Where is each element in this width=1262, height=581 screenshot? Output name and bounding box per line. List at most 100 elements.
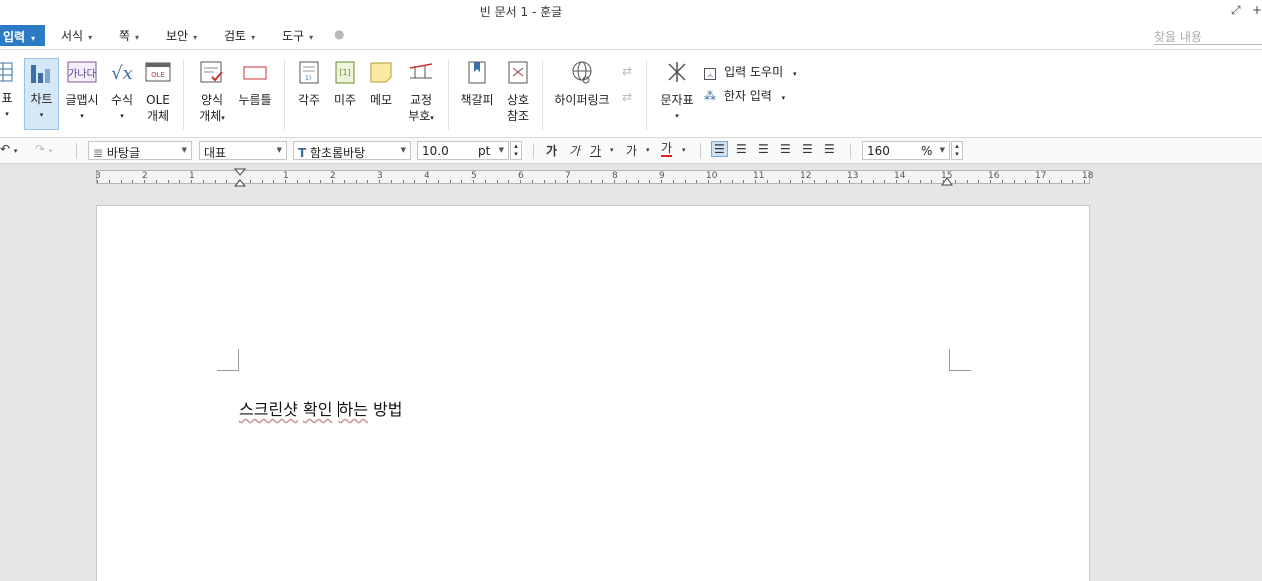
ruler-tick (920, 180, 921, 183)
globe-link-icon (572, 61, 592, 84)
ruler-tick (485, 180, 486, 183)
ruler-tick (696, 180, 697, 183)
menu-bar: 입력 ▾ 서식 ▾ 쪽 ▾ 보안 ▾ 검토 ▾ 도구 ▾ ● 찾을 내용 (0, 22, 1262, 50)
zoom-select[interactable]: 160 % ▼ (862, 141, 950, 160)
separator (533, 143, 534, 159)
chevron-down-icon[interactable]: ▾ (646, 146, 650, 154)
strikethrough-button[interactable]: 가 (626, 142, 637, 159)
ruler-tick (990, 180, 991, 183)
ruler-tick (861, 180, 862, 183)
hanja-input-button[interactable]: ⁂ 한자 입력 ▾ (704, 87, 785, 104)
find-input[interactable]: 찾을 내용 (1154, 25, 1262, 45)
ruler-tick (508, 180, 509, 183)
arrow-icon[interactable]: + (1252, 3, 1262, 17)
ruler-tick (320, 180, 321, 183)
menu-page[interactable]: 쪽 ▾ (119, 27, 139, 44)
left-align-icon[interactable]: ☰ (736, 142, 747, 156)
indent-marker-icon[interactable] (234, 168, 246, 188)
undo-icon[interactable]: ↶ ▾ (0, 142, 17, 156)
zoom-stepper[interactable]: ▴ ▾ (951, 141, 963, 160)
ruler-tick (849, 180, 850, 183)
style-select[interactable]: ≣ 바탕글 ▼ (88, 141, 192, 160)
language-select[interactable]: 대표 ▼ (199, 141, 287, 160)
symbol-icon (668, 62, 686, 82)
ruler-tick (1037, 180, 1038, 183)
endnote-button[interactable]: [1] 미주 (330, 60, 360, 108)
proofread-button[interactable]: 교정 부호▾ (404, 60, 438, 126)
chevron-down-icon: ▾ (31, 34, 36, 43)
font-size-stepper[interactable]: ▴ ▾ (510, 141, 522, 160)
font-color-button[interactable]: 가 (661, 142, 673, 157)
fullscreen-icon[interactable]: ⤢ (1231, 3, 1241, 18)
menu-tools[interactable]: 도구 ▾ (282, 27, 313, 44)
footnote-button[interactable]: 1) 각주 (294, 60, 324, 108)
people-icon[interactable]: ● (334, 27, 344, 41)
style-value: 바탕글 (106, 146, 141, 160)
underline-button[interactable]: 가 (590, 142, 601, 159)
glyph-button[interactable]: 가나다 글맵시 ▾ (64, 60, 100, 124)
cross-reference-button[interactable]: 상호 참조 (503, 60, 533, 124)
distribute-align-icon[interactable]: ☰ (802, 142, 813, 156)
bookmark-button[interactable]: 책갈피 (458, 60, 496, 108)
font-size-select[interactable]: 10.0 pt ▼ (417, 141, 509, 160)
ruler-tick (179, 180, 180, 183)
chevron-down-icon[interactable]: ▾ (610, 146, 614, 154)
divide-align-icon[interactable]: ☰ (824, 142, 835, 156)
ruler-tick (132, 180, 133, 183)
center-align-icon[interactable]: ☰ (758, 142, 769, 156)
menu-review[interactable]: 검토 ▾ (224, 27, 255, 44)
table-label: 표 (1, 91, 13, 105)
menu-review-label: 검토 (224, 29, 247, 43)
chevron-down-icon: ▼ (181, 146, 187, 154)
justify-align-icon[interactable]: ☰ (711, 141, 728, 157)
cross-reference-label-1: 상호 (506, 93, 530, 107)
footnote-label: 각주 (297, 93, 321, 107)
menu-security[interactable]: 보안 ▾ (166, 27, 197, 44)
formula-button[interactable]: √x 수식 ▾ (105, 60, 139, 124)
ruler-tick (802, 180, 803, 183)
right-margin-marker-icon[interactable] (941, 176, 953, 186)
charmap-button[interactable]: 문자표 ▾ (658, 60, 696, 124)
ruler-tick (367, 180, 368, 183)
chevron-down-icon[interactable]: ▾ (682, 146, 686, 154)
ruler-tick (144, 180, 145, 183)
input-helper-button[interactable]: ᆺ 입력 도우미 ▾ (704, 63, 796, 80)
right-align-icon[interactable]: ☰ (780, 142, 791, 156)
hanja-input-label: 한자 입력 (723, 89, 772, 103)
menu-input[interactable]: 입력 ▾ (0, 25, 45, 46)
field-button[interactable]: 누름틀 (236, 60, 274, 108)
ruler-tick (626, 180, 627, 183)
chevron-down-icon: ▾ (251, 33, 256, 42)
field-label: 누름틀 (238, 93, 272, 107)
menu-format[interactable]: 서식 ▾ (61, 27, 92, 44)
ole-button[interactable]: OLE OLE 개체 (144, 60, 172, 124)
document-text[interactable]: 스크린샷 확인 하는 방법 (239, 396, 403, 420)
table-button[interactable]: 표 ▾ (0, 60, 14, 122)
ruler-tick (661, 180, 662, 183)
chevron-down-icon: ▾ (792, 70, 797, 78)
chevron-down-icon: ▾ (88, 33, 93, 42)
italic-button[interactable]: 가 (569, 142, 580, 159)
chevron-down-icon: ▾ (39, 111, 44, 119)
font-select[interactable]: T 함초롬바탕 ▼ (293, 141, 411, 160)
ruler-tick (168, 180, 169, 183)
ruler-tick (285, 180, 286, 183)
text-art-icon: 가나다 (67, 61, 97, 83)
form-icon (200, 61, 223, 83)
ruler-tick (332, 180, 333, 183)
bold-button[interactable]: 가 (546, 142, 557, 159)
redo-icon[interactable]: ↷ ▾ (35, 142, 52, 156)
hyperlink-button[interactable]: 하이퍼링크 (552, 60, 612, 108)
style-icon: ≣ (93, 146, 104, 160)
chart-button[interactable]: 차트 ▾ (24, 58, 59, 130)
svg-text:1): 1) (305, 75, 311, 82)
ruler-tick (685, 180, 686, 183)
next-link-icon[interactable]: ⇄ (622, 90, 632, 104)
field-icon (243, 66, 267, 80)
memo-button[interactable]: 메모 (366, 60, 396, 108)
form-object-button[interactable]: 양식 개체▾ (195, 60, 229, 126)
ruler-tick (297, 180, 298, 183)
document-page[interactable]: 스크린샷 확인 하는 방법 (96, 205, 1090, 581)
menu-tools-label: 도구 (282, 29, 305, 43)
prev-link-icon[interactable]: ⇄ (622, 64, 632, 78)
